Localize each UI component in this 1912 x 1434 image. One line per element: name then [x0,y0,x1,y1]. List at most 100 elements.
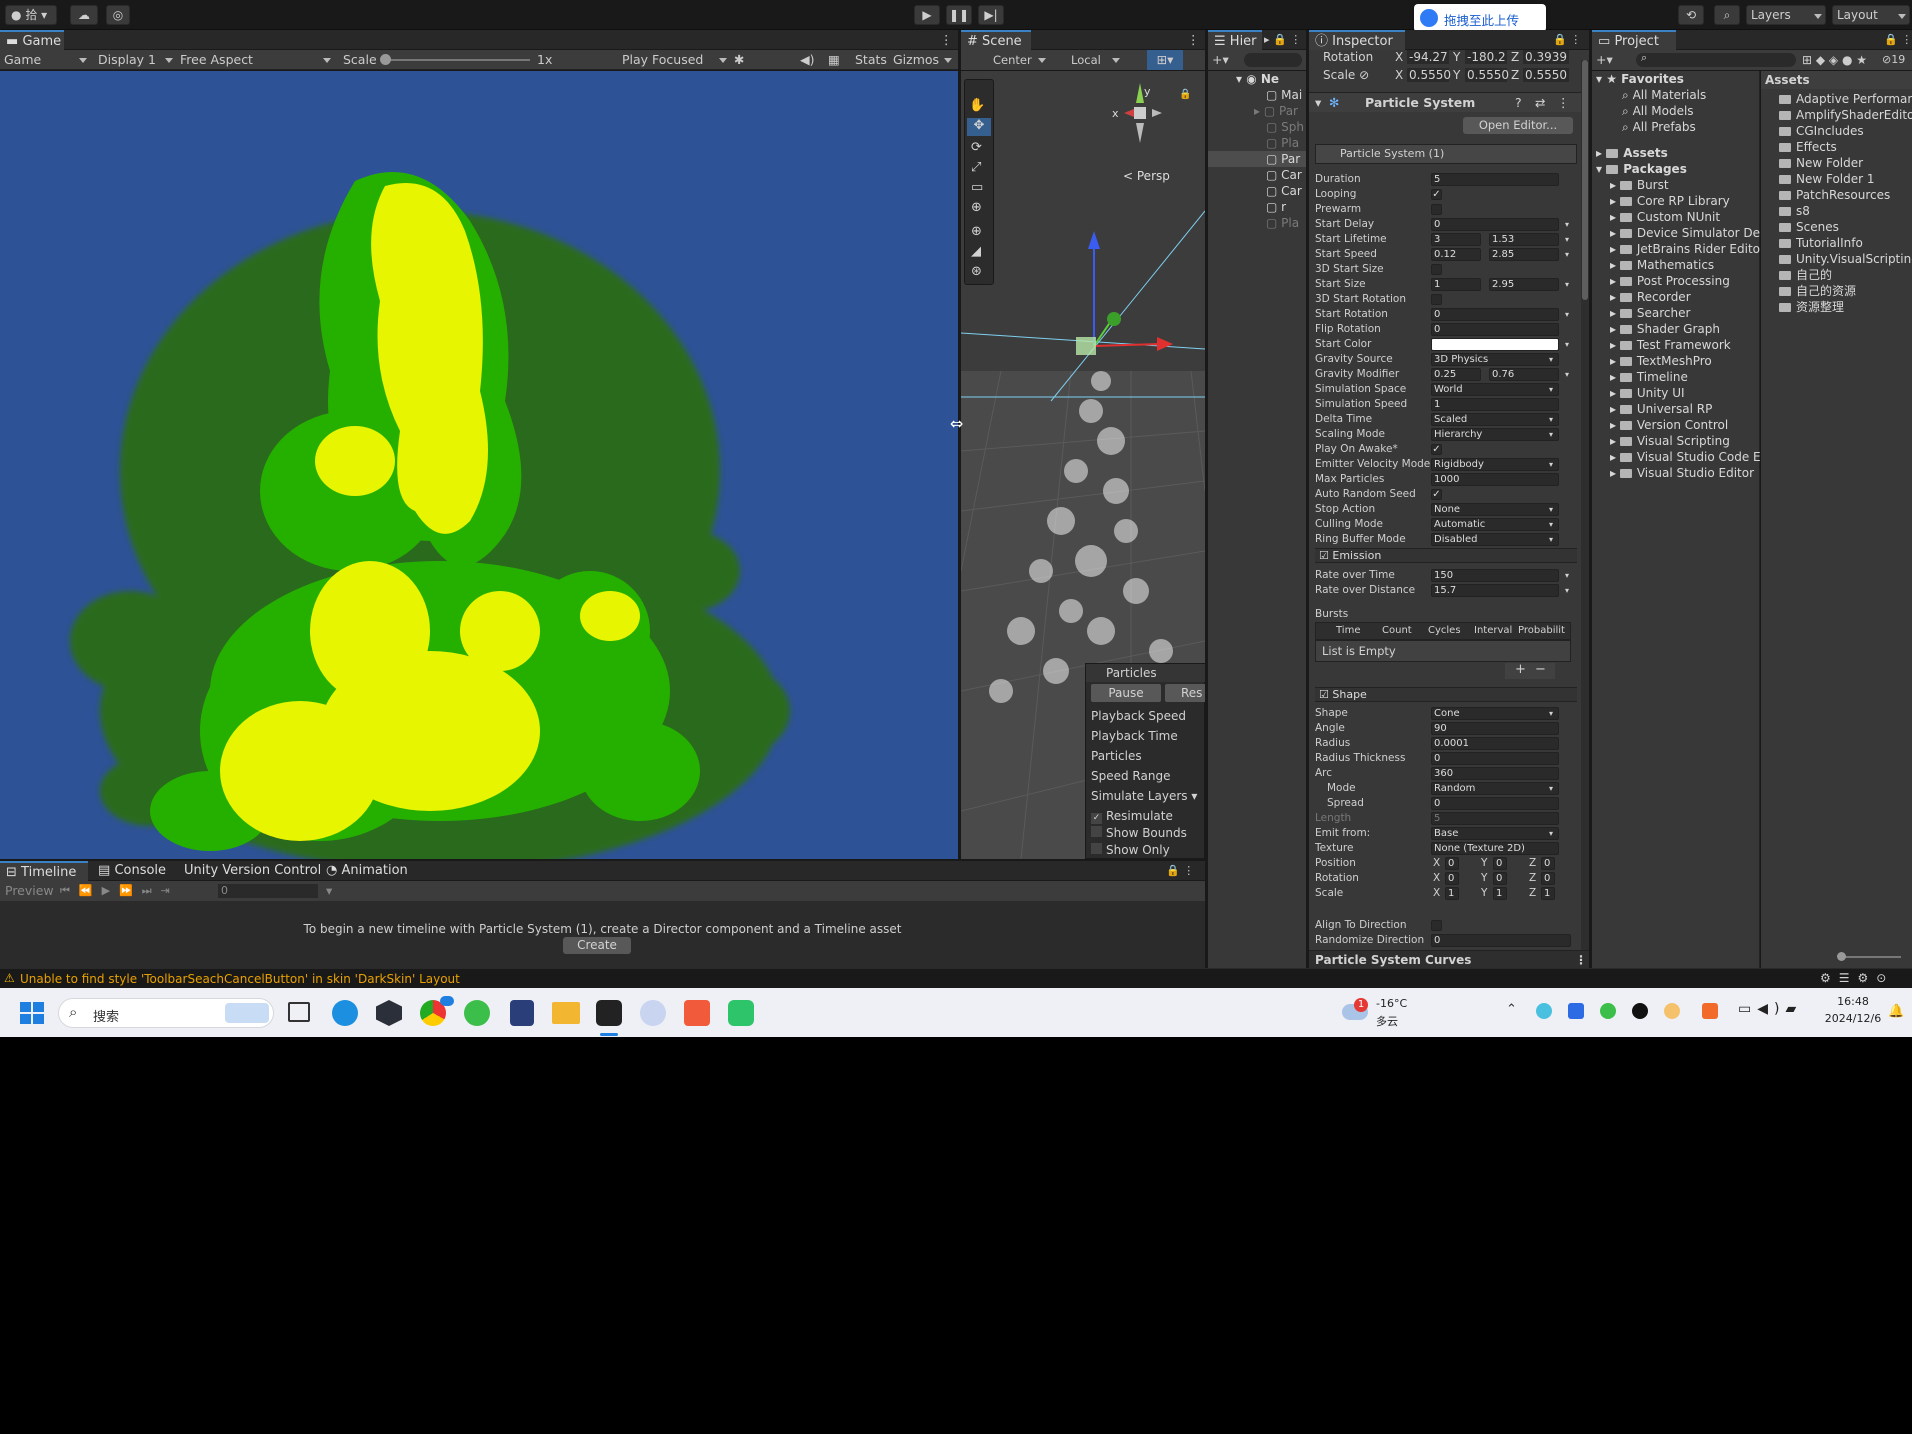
scale-tool-icon[interactable]: ⤢ [971,160,981,175]
row-value-field[interactable]: None [1431,503,1559,516]
curves-menu-icon[interactable]: ⋮ [1575,951,1587,968]
rotate-tool-icon[interactable]: ⟳ [971,140,982,155]
game-menu-icon[interactable]: ⋮ [940,30,953,50]
row-value2-field[interactable]: 2.95 [1489,278,1559,291]
shape-value-field[interactable]: Base [1431,827,1559,840]
project-search-input[interactable]: ⌕ [1636,51,1796,67]
asset-folder-item[interactable]: New Folder [1779,155,1863,171]
scene-viewport[interactable]: ✋ ✥ ⟳ ⤢ ▭ ⊕ ⊕ ◢ ⊛ x y 🔒 < Persp Particle… [961,71,1205,859]
history-button[interactable]: ⟲ [1678,5,1704,25]
inspector-lock-icon[interactable]: 🔒 ⋮ [1553,30,1581,50]
package-item[interactable]: ▸ Recorder [1610,289,1691,305]
dropdown-arrow-icon[interactable]: ▾ [1549,382,1553,397]
status-icons[interactable]: ⚙☰⚙⊙ [1820,971,1894,985]
row-value-field[interactable]: 0 [1431,218,1559,231]
row-checkbox[interactable] [1431,294,1442,305]
tab-inspector[interactable]: ⓘ Inspector [1309,30,1405,50]
tab-hierarchy[interactable]: ☰ Hier [1208,30,1262,50]
row-checkbox[interactable] [1431,204,1442,215]
transform-tool-icon[interactable]: ⊕ [971,200,982,215]
row-checkbox[interactable] [1431,264,1442,275]
component-presets-icon[interactable]: ⇄ [1535,93,1545,113]
add-burst-icon[interactable]: + [1515,663,1526,677]
timeline-preview-button[interactable]: Preview [5,881,54,901]
tab-project[interactable]: ▭ Project [1592,30,1676,50]
tray-k-icon[interactable] [1568,1003,1584,1019]
asset-folder-item[interactable]: 自己的 [1779,267,1832,283]
tray-expand-icon[interactable]: ⌃ [1506,1002,1517,1017]
rect-tool-icon[interactable]: ▭ [971,180,983,195]
shape-value-field[interactable]: 0 [1431,797,1559,810]
scale-y-field[interactable]: 0.5550 [1465,68,1509,82]
scale-slider[interactable] [384,59,530,61]
dropdown-arrow-icon[interactable]: ▾ [1549,532,1553,547]
pivot-center-dropdown[interactable]: Center [979,50,1049,70]
inspector-scrollbar[interactable] [1581,60,1589,950]
asset-folder-item[interactable]: New Folder 1 [1779,171,1875,187]
row-value-field[interactable]: 0 [1431,308,1559,321]
shape-value-field[interactable]: 0 [1431,752,1559,765]
fav-all-prefabs[interactable]: ⌕ All Prefabs [1622,119,1696,135]
shape-position-z[interactable]: 0 [1541,857,1555,870]
pivot-space-dropdown[interactable]: Local [1057,50,1123,70]
row-value-field[interactable]: 1 [1431,278,1481,291]
package-item[interactable]: ▸ Device Simulator Dev [1610,225,1760,241]
app-office-icon[interactable] [684,1000,710,1026]
hierarchy-item[interactable]: ▸ ▢ Par [1254,103,1298,119]
component-menu-icon[interactable]: ⋮ [1557,93,1570,113]
rate-over-time-field[interactable]: 150 [1431,569,1559,582]
asset-folder-item[interactable]: CGIncludes [1779,123,1864,139]
row-checkbox[interactable]: ✓ [1431,444,1442,455]
game-mode-dropdown[interactable]: Game [4,50,90,70]
project-create-plus-icon[interactable]: +▾ [1596,50,1613,70]
package-item[interactable]: ▸ Timeline [1610,369,1688,385]
rate-over-distance-field[interactable]: 15.7 [1431,584,1559,597]
asset-folder-item[interactable]: Adaptive Performanc [1779,91,1912,107]
package-item[interactable]: ▸ Universal RP [1610,401,1712,417]
scale-z-field[interactable]: 0.5550 [1523,68,1569,82]
package-item[interactable]: ▸ Mathematics [1610,257,1714,273]
timeline-transport-icons[interactable]: ⏮⏪▶⏩⏭⇥ [60,881,179,901]
scale-slider-thumb[interactable] [380,54,391,65]
particles-pause-button[interactable]: Pause [1091,684,1161,702]
dropdown-arrow-icon[interactable]: ▾ [1549,517,1553,532]
package-item[interactable]: ▸ JetBrains Rider Editor [1610,241,1760,257]
curve-mode-dropdown-icon[interactable]: ▾ [1565,247,1569,262]
hidden-packages-count[interactable]: ⊘19 [1882,50,1905,70]
task-view-icon[interactable] [288,1002,310,1022]
hierarchy-tab-overflow-icon[interactable]: ▸ 🔒 ⋮ [1264,30,1301,50]
dropdown-arrow-icon[interactable]: ▾ [1549,352,1553,367]
asset-folder-item[interactable]: Effects [1779,139,1837,155]
hierarchy-item[interactable]: ▢ Pla [1266,215,1299,231]
play-button[interactable]: ▶ [914,5,940,25]
shape-scale-y[interactable]: 1 [1493,887,1507,900]
collider-tool-icon[interactable]: ⊛ [971,264,982,279]
timeline-frame-dropdown-icon[interactable]: ▾ [326,881,332,901]
layers-dropdown[interactable]: Layers [1746,5,1826,25]
dropdown-arrow-icon[interactable]: ▾ [1549,706,1553,721]
tab-animation[interactable]: ◔ Animation [320,861,408,881]
tab-scene[interactable]: # Scene [961,30,1031,50]
row-checkbox[interactable]: ✓ [1431,489,1442,500]
row-value-field[interactable]: 1 [1431,398,1559,411]
asset-folder-item[interactable]: 自己的资源 [1779,283,1856,299]
checkbox-checked-icon[interactable]: ☑ [1315,688,1329,701]
display-dropdown[interactable]: Display 1 [98,50,176,70]
asset-folder-item[interactable]: PatchResources [1779,187,1890,203]
aspect-dropdown[interactable]: Free Aspect [180,50,334,70]
dropdown-arrow-icon[interactable]: ▾ [1549,502,1553,517]
curve-mode-dropdown-icon[interactable]: ▾ [1565,307,1569,322]
align-to-direction-checkbox[interactable] [1431,920,1442,931]
hierarchy-item[interactable]: ▢ Mai [1266,87,1302,103]
shape-value-field[interactable]: Random [1431,782,1559,795]
randomize-direction-field[interactable]: 0 [1431,934,1571,947]
asset-folder-item[interactable]: s8 [1779,203,1810,219]
asset-folder-item[interactable]: TutorialInfo [1779,235,1863,251]
curve-mode-dropdown-icon[interactable]: ▾ [1565,337,1569,352]
wechat-icon[interactable] [464,1000,490,1026]
row-value-field[interactable]: Hierarchy [1431,428,1559,441]
row-value-field[interactable]: 5 [1431,173,1559,186]
dropdown-arrow-icon[interactable]: ▾ [1549,457,1553,472]
cloud-button[interactable]: ☁ [70,5,98,25]
scene-root-item[interactable]: ▾ ◉ Ne [1236,71,1279,87]
